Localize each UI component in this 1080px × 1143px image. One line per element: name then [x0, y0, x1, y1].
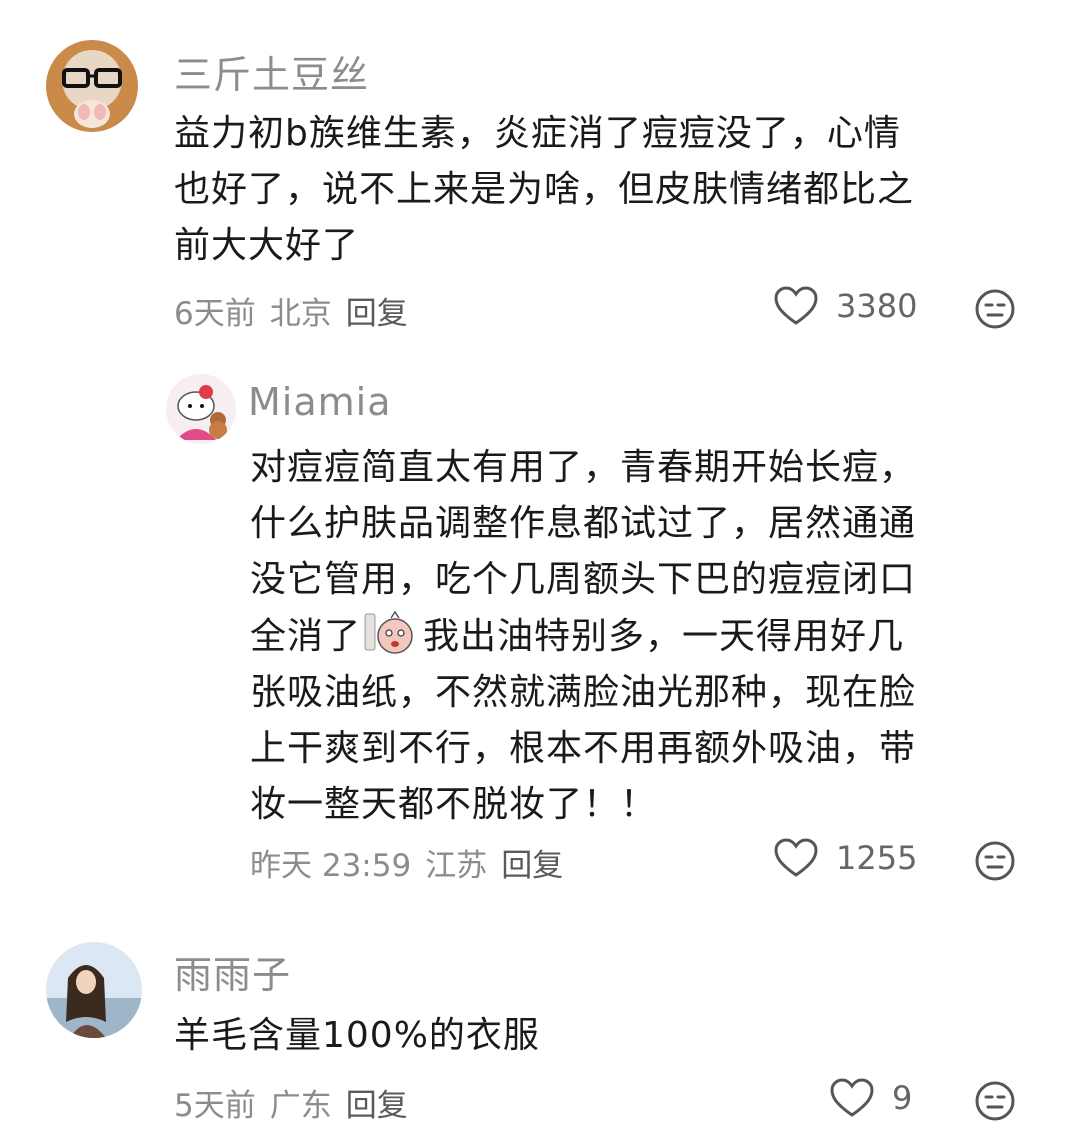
avatar[interactable]: [46, 40, 138, 132]
location: 江苏: [425, 848, 488, 884]
comment-line: 张吸油纸，不然就满脸油光那种，现在脸: [250, 672, 917, 713]
avatar[interactable]: [46, 942, 142, 1038]
comment-line: 没它管用，吃个几周额头下巴的痘痘闭口: [250, 559, 917, 600]
heart-outline-icon: [830, 1078, 874, 1117]
comment-text: 对痘痘简直太有用了，青春期开始长痘， 什么护肤品调整作息都试过了，居然通通 没它…: [250, 440, 1040, 833]
comment-text: 益力初b族维生素，炎症消了痘痘没了，心情 也好了，说不上来是为啥，但皮肤情绪都比…: [174, 106, 1034, 274]
like-button[interactable]: 9: [830, 1078, 912, 1118]
comment-meta: 昨天 23:59 江苏 回复: [250, 840, 577, 885]
comment-line: 什么护肤品调整作息都试过了，居然通通: [250, 503, 917, 544]
comment-line-part: 全消了: [250, 616, 362, 657]
reply-button[interactable]: 回复: [346, 1088, 408, 1124]
comment-meta: 5天前 广东 回复: [174, 1080, 422, 1125]
comment-line: 前大大好了: [174, 225, 360, 266]
comment-line: 全消了 我出油特别多，一天得用好几: [250, 608, 1040, 665]
like-button[interactable]: 1255: [774, 838, 917, 878]
location: 广东: [269, 1088, 332, 1124]
username[interactable]: Miamia: [248, 380, 392, 424]
comment-line: 上干爽到不行，根本不用再额外吸油，带: [250, 728, 917, 769]
reply-button[interactable]: 回复: [501, 848, 563, 884]
timestamp: 6天前: [174, 296, 256, 332]
comment-line: 对痘痘简直太有用了，青春期开始长痘，: [250, 447, 917, 488]
like-button[interactable]: 3380: [774, 286, 917, 326]
comment-line: 妆一整天都不脱妆了！！: [250, 784, 658, 825]
sticker-emoji-icon: [364, 610, 413, 654]
neutral-face-icon[interactable]: [974, 840, 1016, 882]
neutral-face-icon[interactable]: [974, 1080, 1016, 1122]
like-count: 3380: [836, 287, 918, 325]
avatar[interactable]: [166, 374, 236, 444]
like-count: 9: [892, 1079, 913, 1117]
comment-text: 羊毛含量100%的衣服: [174, 1008, 1034, 1064]
timestamp: 昨天 23:59: [250, 848, 412, 884]
comment-line: 益力初b族维生素，炎症消了痘痘没了，心情: [174, 113, 901, 154]
comment-line: 羊毛含量100%的衣服: [174, 1015, 540, 1056]
comment-meta: 6天前 北京 回复: [174, 288, 422, 333]
location: 北京: [269, 296, 332, 332]
comment-line: 也好了，说不上来是为啥，但皮肤情绪都比之: [174, 169, 915, 210]
username[interactable]: 三斤土豆丝: [174, 44, 369, 99]
reply-button[interactable]: 回复: [346, 296, 408, 332]
like-count: 1255: [836, 839, 918, 877]
username[interactable]: 雨雨子: [174, 944, 291, 999]
comment-line-part: 我出油特别多，一天得用好几: [423, 616, 905, 657]
heart-outline-icon: [774, 838, 818, 877]
heart-outline-icon: [774, 286, 818, 325]
neutral-face-icon[interactable]: [974, 288, 1016, 330]
timestamp: 5天前: [174, 1088, 256, 1124]
